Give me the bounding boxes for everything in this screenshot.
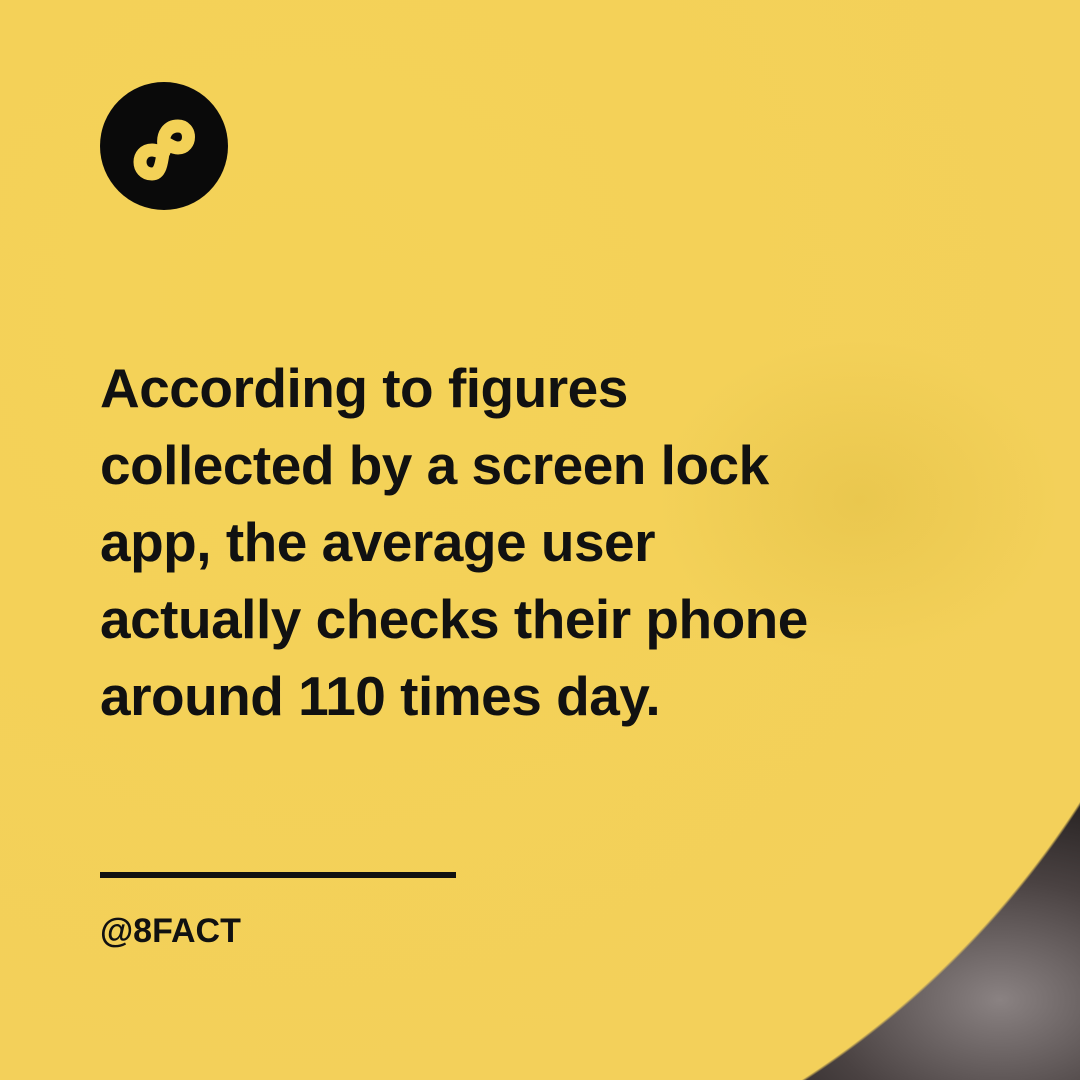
brand-handle: @8FACT: [100, 912, 241, 950]
fact-text: According to figures collected by a scre…: [100, 350, 980, 735]
divider: [100, 872, 456, 878]
brand-logo-icon: [100, 82, 228, 210]
fact-line: collected by a screen lock: [100, 434, 769, 496]
fact-line: According to figures: [100, 357, 628, 419]
fact-line: around 110 times day.: [100, 665, 661, 727]
fact-line: app, the average user: [100, 511, 656, 573]
fact-line: actually checks their phone: [100, 588, 808, 650]
